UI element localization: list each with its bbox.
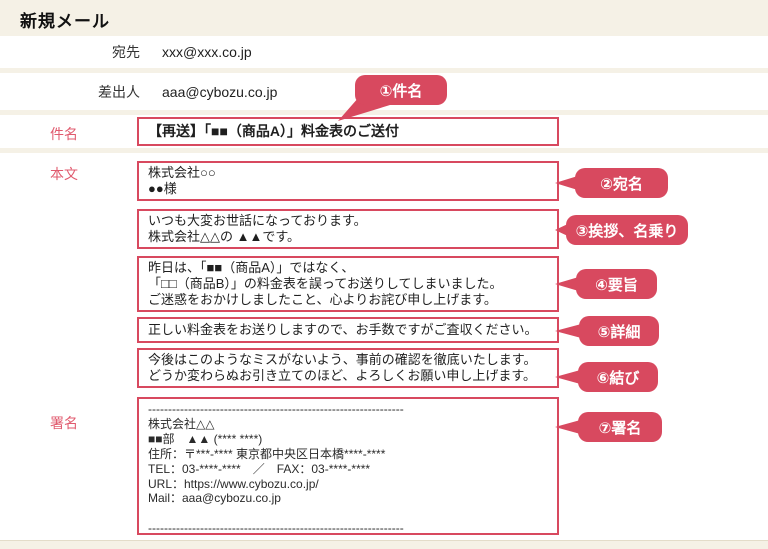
body-greeting-box[interactable]: いつも大変お世話になっております。 株式会社△△の ▲▲です。 bbox=[137, 209, 559, 249]
body-details-box[interactable]: 正しい料金表をお送りしますので、お手数ですがご査収ください。 bbox=[137, 317, 559, 343]
signature-label: 署名 bbox=[50, 415, 78, 431]
annotation-recipient-name: ②宛名 bbox=[575, 168, 668, 198]
annotation-greeting: ③挨拶、名乗り bbox=[566, 215, 688, 245]
signature-box[interactable]: ----------------------------------------… bbox=[137, 397, 559, 535]
from-value[interactable]: aaa@cybozu.co.jp bbox=[162, 84, 277, 100]
annotation-main-point: ④要旨 bbox=[576, 269, 657, 299]
new-mail-screen: 新規メール 宛先 xxx@xxx.co.jp 差出人 aaa@cybozu.co… bbox=[0, 0, 768, 549]
body-main-point-box[interactable]: 昨日は、「■■（商品A）」ではなく、 「□□（商品B）」の料金表を誤ってお送りし… bbox=[137, 256, 559, 312]
subject-input[interactable]: 【再送】「■■（商品A）」料金表のご送付 bbox=[137, 117, 559, 146]
body-recipient-box[interactable]: 株式会社○○ ●●様 bbox=[137, 161, 559, 201]
from-label: 差出人 bbox=[98, 83, 140, 100]
subject-field-row: 件名 【再送】「■■（商品A）」料金表のご送付 bbox=[0, 115, 768, 148]
annotation-subject: ①件名 bbox=[355, 75, 447, 105]
annotation-signature: ⑦署名 bbox=[578, 412, 662, 442]
annotation-details: ⑤詳細 bbox=[579, 316, 659, 346]
page-title: 新規メール bbox=[20, 12, 110, 31]
mail-body-area: 本文 株式会社○○ ●●様 いつも大変お世話になっております。 株式会社△△の … bbox=[0, 153, 768, 541]
annotation-closing: ⑥結び bbox=[578, 362, 658, 392]
to-label: 宛先 bbox=[112, 44, 140, 60]
body-closing-box[interactable]: 今後はこのようなミスがないよう、事前の確認を徹底いたします。 どうか変わらぬお引… bbox=[137, 348, 559, 388]
to-field-row: 宛先 xxx@xxx.co.jp bbox=[0, 36, 768, 68]
body-label: 本文 bbox=[50, 166, 78, 182]
to-value[interactable]: xxx@xxx.co.jp bbox=[162, 44, 252, 60]
subject-label: 件名 bbox=[50, 126, 78, 142]
